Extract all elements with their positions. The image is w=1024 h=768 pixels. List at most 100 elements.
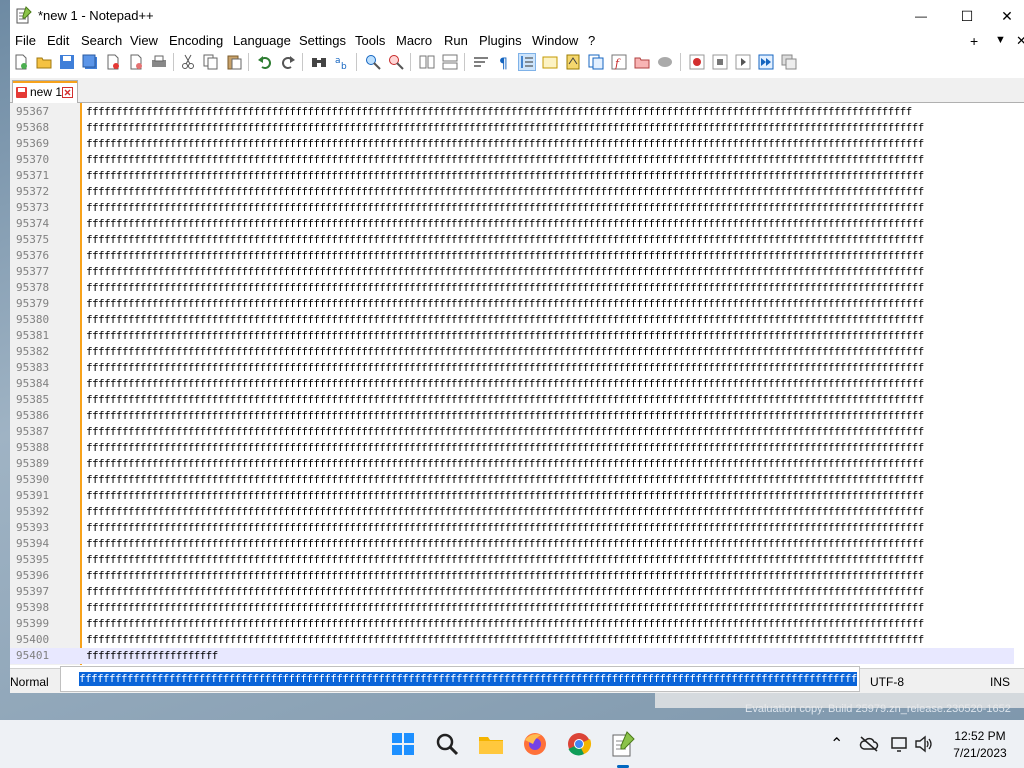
editor-line[interactable]: 95385 fffffffffffffffffffffffffffffffffff… (10, 392, 1014, 408)
title-bar[interactable]: *new 1 - Notepad++ — ☐ ✕ (10, 0, 1024, 32)
line-text[interactable]: ffffffffffffffffffffffffffffffffffffffff… (86, 600, 924, 616)
clock-date[interactable]: 7/21/2023 (945, 746, 1015, 760)
line-text[interactable]: ffffffffffffffffffffffffffffffffffffffff… (86, 296, 924, 312)
firefox-icon[interactable] (521, 730, 549, 758)
editor-line[interactable]: 95371 fffffffffffffffffffffffffffffffffff… (10, 168, 1014, 184)
sync-vertical-scroll-icon[interactable] (419, 54, 435, 70)
line-text[interactable]: ffffffffffffffffffffffffffffffffffffffff… (86, 280, 924, 296)
line-text[interactable]: ffffffffffffffffffffffffffffffffffffffff… (86, 504, 924, 520)
chrome-icon[interactable] (565, 730, 593, 758)
editor-line[interactable]: 95392 fffffffffffffffffffffffffffffffffff… (10, 504, 1014, 520)
menu-search[interactable]: Search (81, 33, 122, 48)
line-text[interactable]: ffffffffffffffffffffff (86, 648, 218, 664)
volume-icon[interactable] (914, 735, 934, 753)
line-text[interactable]: ffffffffffffffffffffffffffffffffffffffff… (86, 584, 924, 600)
macro-play-icon[interactable] (735, 54, 751, 70)
line-text[interactable]: ffffffffffffffffffffffffffffffffffffffff… (86, 200, 924, 216)
editor-line[interactable]: 95397 fffffffffffffffffffffffffffffffffff… (10, 584, 1014, 600)
undo-icon[interactable] (257, 54, 273, 70)
line-text[interactable]: ffffffffffffffffffffffffffffffffffffffff… (86, 520, 924, 536)
line-text[interactable]: ffffffffffffffffffffffffffffffffffffffff… (86, 488, 924, 504)
menu-encoding[interactable]: Encoding (169, 33, 223, 48)
line-text[interactable]: ffffffffffffffffffffffffffffffffffffffff… (86, 552, 924, 568)
editor-line[interactable]: 95391 fffffffffffffffffffffffffffffffffff… (10, 488, 1014, 504)
find-icon[interactable] (311, 54, 327, 70)
menu-plugins[interactable]: Plugins (479, 33, 522, 48)
editor-line[interactable]: 95376 fffffffffffffffffffffffffffffffffff… (10, 248, 1014, 264)
macro-save-icon[interactable] (781, 54, 797, 70)
clock-time[interactable]: 12:52 PM (945, 729, 1015, 743)
line-text[interactable]: ffffffffffffffffffffffffffffffffffffffff… (86, 232, 924, 248)
line-text[interactable]: ffffffffffffffffffffffffffffffffffffffff… (86, 392, 924, 408)
maximize-button[interactable]: ☐ (944, 0, 990, 32)
editor-line[interactable]: 95370 fffffffffffffffffffffffffffffffffff… (10, 152, 1014, 168)
menu-language[interactable]: Language (233, 33, 291, 48)
line-text[interactable]: ffffffffffffffffffffffffffffffffffffffff… (86, 472, 924, 488)
line-text[interactable]: ffffffffffffffffffffffffffffffffffffffff… (86, 120, 924, 136)
autocomplete-popup[interactable]: ffffffffffffffffffffffffffffffffffffffff… (60, 666, 860, 692)
line-text[interactable]: ffffffffffffffffffffffffffffffffffffffff… (86, 632, 924, 648)
editor-area[interactable]: 95367 fffffffffffffffffffffffffffffffffff… (10, 103, 1024, 665)
status-insert-mode[interactable]: INS (990, 675, 1010, 689)
editor-line[interactable]: 95394 fffffffffffffffffffffffffffffffffff… (10, 536, 1014, 552)
editor-line[interactable]: 95386 fffffffffffffffffffffffffffffffffff… (10, 408, 1014, 424)
copy-icon[interactable] (203, 54, 219, 70)
replace-icon[interactable]: ab (334, 54, 350, 70)
close-file-icon[interactable] (105, 54, 121, 70)
line-text[interactable]: ffffffffffffffffffffffffffffffffffffffff… (86, 536, 924, 552)
show-all-characters-icon[interactable]: ¶ (496, 54, 512, 70)
redo-icon[interactable] (280, 54, 296, 70)
line-text[interactable]: ffffffffffffffffffffffffffffffffffffffff… (86, 456, 924, 472)
onedrive-offline-icon[interactable] (859, 735, 879, 753)
menu-edit[interactable]: Edit (47, 33, 69, 48)
editor-line[interactable]: 95368 fffffffffffffffffffffffffffffffffff… (10, 120, 1014, 136)
line-text[interactable]: ffffffffffffffffffffffffffffffffffffffff… (86, 104, 912, 120)
line-text[interactable]: ffffffffffffffffffffffffffffffffffffffff… (86, 408, 924, 424)
notepad-plus-plus-icon[interactable] (609, 730, 637, 758)
close-button[interactable]: ✕ (990, 0, 1024, 32)
network-icon[interactable] (890, 735, 910, 753)
document-list-icon[interactable] (588, 54, 604, 70)
save-all-icon[interactable] (82, 54, 98, 70)
editor-line[interactable]: 95367 fffffffffffffffffffffffffffffffffff… (10, 104, 1014, 120)
editor-line[interactable]: 95396 fffffffffffffffffffffffffffffffffff… (10, 568, 1014, 584)
macro-run-multiple-icon[interactable] (758, 54, 774, 70)
line-text[interactable]: ffffffffffffffffffffffffffffffffffffffff… (86, 568, 924, 584)
editor-line[interactable]: 95388 fffffffffffffffffffffffffffffffffff… (10, 440, 1014, 456)
editor-lines[interactable]: 95367 fffffffffffffffffffffffffffffffffff… (10, 104, 1024, 664)
editor-line[interactable]: 95382 fffffffffffffffffffffffffffffffffff… (10, 344, 1014, 360)
line-text[interactable]: ffffffffffffffffffffffffffffffffffffffff… (86, 184, 924, 200)
line-text[interactable]: ffffffffffffffffffffffffffffffffffffffff… (86, 440, 924, 456)
editor-line[interactable]: 95400 fffffffffffffffffffffffffffffffffff… (10, 632, 1014, 648)
line-text[interactable]: ffffffffffffffffffffffffffffffffffffffff… (86, 360, 924, 376)
user-defined-language-icon[interactable] (542, 54, 558, 70)
menu-settings[interactable]: Settings (299, 33, 346, 48)
autocomplete-selected-item[interactable]: ffffffffffffffffffffffffffffffffffffffff… (79, 672, 857, 686)
word-wrap-icon[interactable] (473, 54, 489, 70)
macro-record-icon[interactable] (689, 54, 705, 70)
line-text[interactable]: ffffffffffffffffffffffffffffffffffffffff… (86, 424, 924, 440)
current-line[interactable]: 95401 ffffffffffffffffffffff (10, 648, 1014, 664)
tab-close-icon[interactable] (62, 87, 73, 98)
vertical-scrollbar[interactable] (1014, 103, 1024, 665)
editor-line[interactable]: 95387 fffffffffffffffffffffffffffffffffff… (10, 424, 1014, 440)
tab-list-dropdown-button[interactable]: ▼ (995, 34, 1006, 46)
line-text[interactable]: ffffffffffffffffffffffffffffffffffffffff… (86, 136, 924, 152)
status-encoding[interactable]: UTF-8 (870, 675, 904, 689)
menu-window[interactable]: Window (532, 33, 578, 48)
indent-guide-icon[interactable] (518, 53, 536, 71)
monitoring-icon[interactable] (657, 54, 673, 70)
new-file-icon[interactable] (13, 54, 29, 70)
menu-view[interactable]: View (130, 33, 158, 48)
editor-line[interactable]: 95395 fffffffffffffffffffffffffffffffffff… (10, 552, 1014, 568)
editor-line[interactable]: 95379 fffffffffffffffffffffffffffffffffff… (10, 296, 1014, 312)
line-text[interactable]: ffffffffffffffffffffffffffffffffffffffff… (86, 168, 924, 184)
editor-line[interactable]: 95383 fffffffffffffffffffffffffffffffffff… (10, 360, 1014, 376)
tray-overflow-chevron-icon[interactable]: ⌃ (830, 734, 843, 754)
editor-line[interactable]: 95384 fffffffffffffffffffffffffffffffffff… (10, 376, 1014, 392)
editor-line[interactable]: 95389 fffffffffffffffffffffffffffffffffff… (10, 456, 1014, 472)
editor-line[interactable]: 95390 fffffffffffffffffffffffffffffffffff… (10, 472, 1014, 488)
macro-stop-icon[interactable] (712, 54, 728, 70)
print-icon[interactable] (151, 54, 167, 70)
editor-line[interactable]: 95380 fffffffffffffffffffffffffffffffffff… (10, 312, 1014, 328)
